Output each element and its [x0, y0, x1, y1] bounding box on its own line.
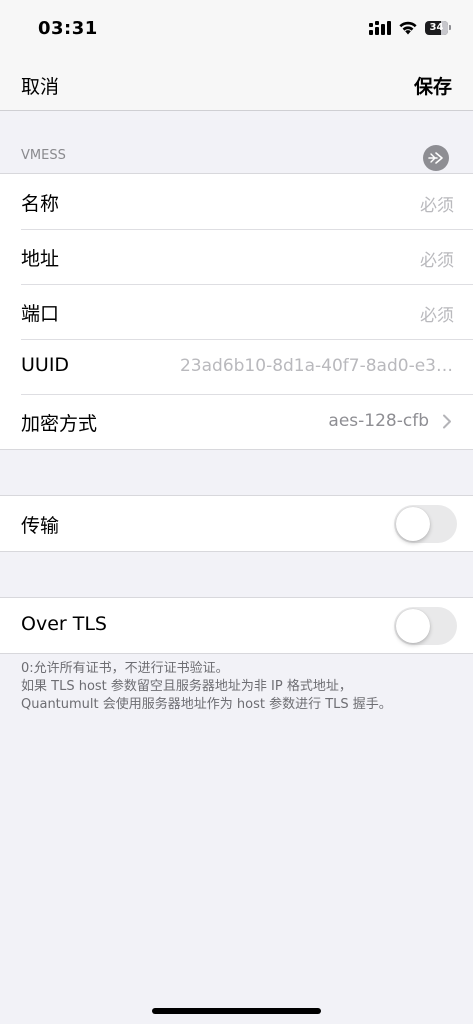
- home-indicator[interactable]: [152, 1008, 321, 1014]
- battery-level: 34: [429, 22, 444, 33]
- cipher-label: 加密方式: [21, 413, 98, 435]
- transport-toggle[interactable]: [394, 505, 457, 543]
- port-row[interactable]: 端口 必须: [0, 284, 473, 339]
- tls-label: Over TLS: [21, 613, 107, 635]
- battery-cap: [449, 25, 451, 30]
- wifi-icon: [399, 21, 417, 35]
- save-button[interactable]: 保存: [414, 72, 452, 99]
- status-icons: 34: [369, 20, 451, 35]
- uuid-label: UUID: [21, 354, 70, 376]
- footer-line-1: 0:允许所有证书，不进行证书验证。: [21, 661, 229, 676]
- address-row[interactable]: 地址 必须: [0, 229, 473, 284]
- name-field[interactable]: 必须: [420, 191, 454, 216]
- tls-row: Over TLS: [0, 598, 473, 653]
- tls-footer-note: 0:允许所有证书，不进行证书验证。 如果 TLS host 参数留空且服务器地址…: [21, 660, 461, 714]
- section-header: VMESS: [0, 140, 473, 172]
- status-time: 03:31: [38, 18, 98, 39]
- transport-label: 传输: [21, 515, 60, 537]
- cancel-button[interactable]: 取消: [21, 72, 59, 99]
- port-label: 端口: [21, 303, 60, 325]
- cipher-value: aes-128-cfb: [328, 411, 429, 431]
- cipher-row[interactable]: 加密方式 aes-128-cfb: [0, 394, 473, 449]
- transport-group: 传输: [0, 495, 473, 552]
- footer-line-2: 如果 TLS host 参数留空且服务器地址为非 IP 格式地址，: [21, 679, 352, 694]
- battery-icon: 34: [425, 20, 451, 35]
- toggle-knob: [396, 609, 430, 643]
- toggle-knob: [396, 507, 430, 541]
- port-field[interactable]: 必须: [420, 301, 454, 326]
- navigation-bar: 取消 保存: [0, 60, 473, 111]
- vmess-settings-group: 名称 必须 地址 必须 端口 必须 UUID 23ad6b10-8d1a-40f…: [0, 173, 473, 450]
- footer-line-3: Quantumult 会使用服务器地址作为 host 参数进行 TLS 握手。: [21, 697, 392, 712]
- name-row[interactable]: 名称 必须: [0, 174, 473, 229]
- cellular-signal-icon: [369, 20, 391, 35]
- tls-toggle[interactable]: [394, 607, 457, 645]
- battery-body: 34: [425, 20, 448, 35]
- transport-row: 传输: [0, 496, 473, 551]
- status-bar: 03:31 34: [0, 0, 473, 60]
- address-label: 地址: [21, 248, 60, 270]
- address-field[interactable]: 必须: [420, 246, 454, 271]
- section-header-label: VMESS: [21, 148, 66, 163]
- name-label: 名称: [21, 193, 60, 215]
- share-icon[interactable]: [423, 145, 449, 171]
- chevron-right-icon: [443, 414, 451, 429]
- tls-group: Over TLS: [0, 597, 473, 654]
- uuid-row[interactable]: UUID 23ad6b10-8d1a-40f7-8ad0-e3…: [0, 339, 473, 394]
- share-glyph: [428, 152, 443, 164]
- uuid-field[interactable]: 23ad6b10-8d1a-40f7-8ad0-e3…: [135, 356, 453, 376]
